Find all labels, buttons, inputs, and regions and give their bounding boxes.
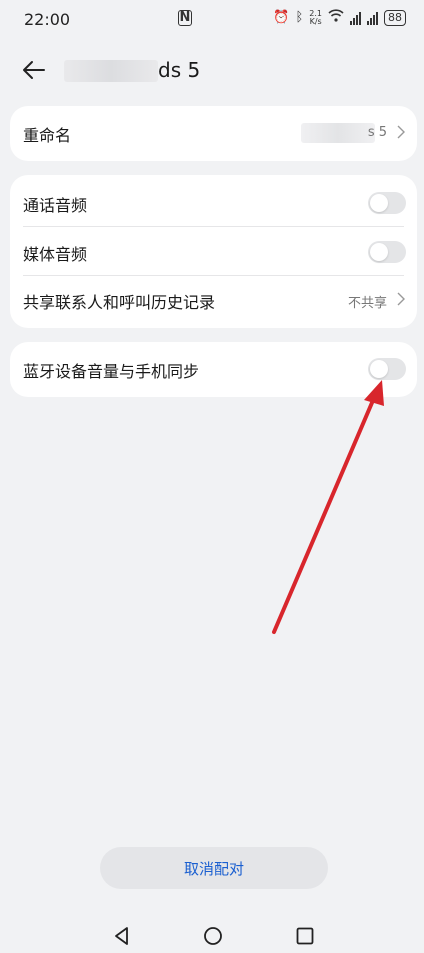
navigation-bar (0, 918, 424, 953)
unpair-button[interactable]: 取消配对 (100, 847, 328, 889)
nav-back-icon[interactable] (112, 926, 132, 946)
nav-home-icon[interactable] (203, 926, 223, 946)
nav-recents-icon[interactable] (295, 926, 315, 946)
annotation-arrow (272, 380, 384, 634)
